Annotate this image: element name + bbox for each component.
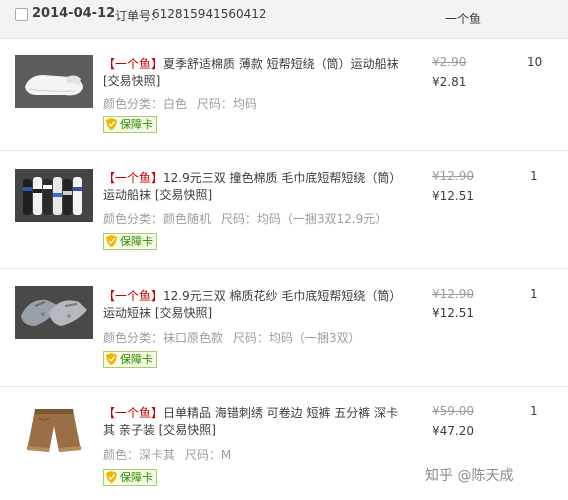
item-title-link[interactable]: 【一个鱼】12.9元三双 棉质花纱 毛巾底短帮短绕（筒）运动短袜 [交易快照] (103, 288, 403, 322)
item-attr-size: 尺码：均码 (196, 97, 257, 111)
order-select-checkbox[interactable] (15, 8, 28, 21)
order-item: 【一个鱼】12.9元三双 棉质花纱 毛巾底短帮短绕（筒）运动短袜 [交易快照] … (0, 269, 568, 387)
item-attributes: 颜色：深卡其 尺码：M (103, 446, 413, 463)
item-shop-tag: 【一个鱼】 (103, 57, 164, 71)
item-original-price: ¥59.00 (432, 404, 474, 418)
product-thumbnail-khaki-shorts[interactable] (15, 404, 93, 457)
item-title-link[interactable]: 【一个鱼】12.9元三双 撞色棉质 毛巾底短帮短绕（筒）运动船袜 [交易快照] (103, 170, 403, 204)
order-number-label: 订单号: (115, 9, 156, 23)
item-quantity: 1 (530, 287, 538, 301)
guarantee-shield-icon (106, 471, 117, 483)
item-shop-tag: 【一个鱼】 (103, 171, 164, 185)
shop-name-link[interactable]: 一个鱼 (445, 10, 481, 27)
item-attributes: 颜色分类：白色 尺码：均码 (103, 95, 413, 112)
item-attributes: 颜色分类：颜色随机 尺码：均码（一捆3双12.9元） (103, 210, 413, 227)
product-thumbnail-striped-socks[interactable] (15, 169, 93, 222)
order-number: 612815941560412 (152, 7, 267, 21)
item-original-price: ¥12.90 (432, 169, 474, 183)
item-shop-tag: 【一个鱼】 (103, 289, 164, 303)
guarantee-shield-icon (106, 353, 117, 365)
guarantee-shield-icon (106, 118, 117, 130)
item-attr-size: 尺码：均码（一捆3双12.9元） (220, 212, 388, 226)
guarantee-card-badge[interactable]: 保障卡 (103, 469, 157, 486)
order-header: 2014-04-12 订单号: 612815941560412 一个鱼 (0, 0, 568, 39)
item-price: ¥12.51 (432, 306, 474, 320)
guarantee-badge-label: 保障卡 (120, 235, 153, 248)
item-title-link[interactable]: 【一个鱼】夏季舒适棉质 薄款 短帮短绕（筒）运动船袜 [交易快照] (103, 56, 403, 90)
item-price: ¥12.51 (432, 189, 474, 203)
guarantee-badge-label: 保障卡 (120, 118, 153, 131)
item-original-price: ¥12.90 (432, 287, 474, 301)
guarantee-card-badge[interactable]: 保障卡 (103, 351, 157, 368)
item-attributes: 颜色分类：袜口原色款 尺码：均码（一捆3双） (103, 329, 413, 346)
product-thumbnail-grey-socks[interactable] (15, 286, 93, 339)
guarantee-badge-label: 保障卡 (120, 471, 153, 484)
item-price: ¥2.81 (432, 75, 467, 89)
watermark: 知乎 @陈天成 (425, 468, 514, 484)
order-item: 【一个鱼】夏季舒适棉质 薄款 短帮短绕（筒）运动船袜 [交易快照] 颜色分类：白… (0, 39, 568, 151)
item-quantity: 1 (530, 169, 538, 183)
item-quantity: 1 (530, 404, 538, 418)
guarantee-card-badge[interactable]: 保障卡 (103, 116, 157, 133)
item-attr-size: 尺码：均码（一捆3双） (232, 331, 361, 345)
item-attr-color: 颜色分类：白色 (103, 97, 188, 111)
item-original-price: ¥2.90 (432, 55, 467, 69)
guarantee-card-badge[interactable]: 保障卡 (103, 233, 157, 250)
guarantee-shield-icon (106, 235, 117, 247)
item-attr-color: 颜色分类：颜色随机 (103, 212, 212, 226)
item-shop-tag: 【一个鱼】 (103, 406, 164, 420)
item-title-link[interactable]: 【一个鱼】日单精品 海错刺绣 可卷边 短裤 五分裤 深卡其 亲子装 [交易快照] (103, 405, 403, 439)
item-attr-color: 颜色分类：袜口原色款 (103, 331, 224, 345)
order-item: 【一个鱼】12.9元三双 撞色棉质 毛巾底短帮短绕（筒）运动船袜 [交易快照] … (0, 151, 568, 269)
guarantee-badge-label: 保障卡 (120, 353, 153, 366)
order-date: 2014-04-12 (32, 6, 116, 21)
product-thumbnail-white-socks[interactable] (15, 55, 93, 108)
item-attr-size: 尺码：M (184, 448, 232, 462)
item-price: ¥47.20 (432, 424, 474, 438)
item-attr-color: 颜色：深卡其 (103, 448, 176, 462)
item-quantity: 10 (527, 55, 543, 69)
